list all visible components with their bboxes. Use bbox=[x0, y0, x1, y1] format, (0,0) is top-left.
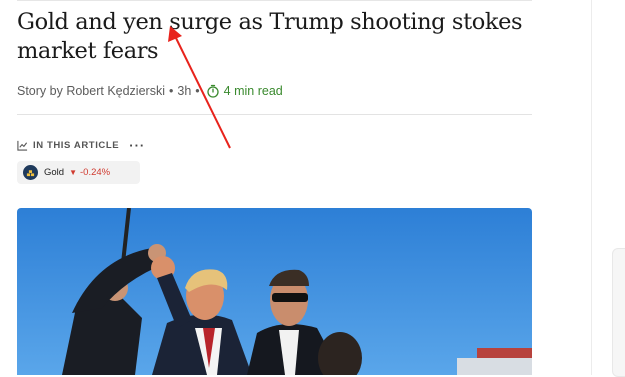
byline: Story by Robert Kędzierski • 3h • 4 min … bbox=[17, 84, 283, 98]
gold-bars-icon bbox=[23, 165, 38, 180]
byline-author[interactable]: Story by Robert Kędzierski bbox=[17, 84, 165, 98]
article-headline: Gold and yen surge as Trump shooting sto… bbox=[17, 9, 523, 64]
ticker-name: Gold bbox=[44, 167, 65, 178]
in-this-article-header: IN THIS ARTICLE ··· bbox=[17, 138, 145, 153]
line-chart-icon bbox=[17, 140, 28, 151]
down-arrow-icon: ▼ bbox=[69, 168, 77, 177]
more-options-button[interactable]: ··· bbox=[129, 138, 145, 153]
in-this-article-label: IN THIS ARTICLE bbox=[33, 140, 120, 151]
ticker-change: -0.24% bbox=[80, 167, 111, 178]
top-divider bbox=[17, 0, 532, 1]
hero-photo-image bbox=[17, 208, 532, 375]
read-time: 4 min read bbox=[223, 84, 283, 98]
byline-separator: • bbox=[168, 84, 174, 98]
byline-separator-2: • bbox=[195, 84, 200, 98]
sidebar-card[interactable] bbox=[612, 248, 625, 377]
sidebar-divider bbox=[591, 0, 592, 375]
byline-divider bbox=[17, 114, 532, 115]
ticker-chip-gold[interactable]: Gold ▼ -0.24% bbox=[17, 161, 140, 184]
stopwatch-icon bbox=[207, 84, 219, 98]
byline-age: 3h bbox=[177, 84, 192, 98]
hero-photo[interactable] bbox=[17, 208, 532, 375]
